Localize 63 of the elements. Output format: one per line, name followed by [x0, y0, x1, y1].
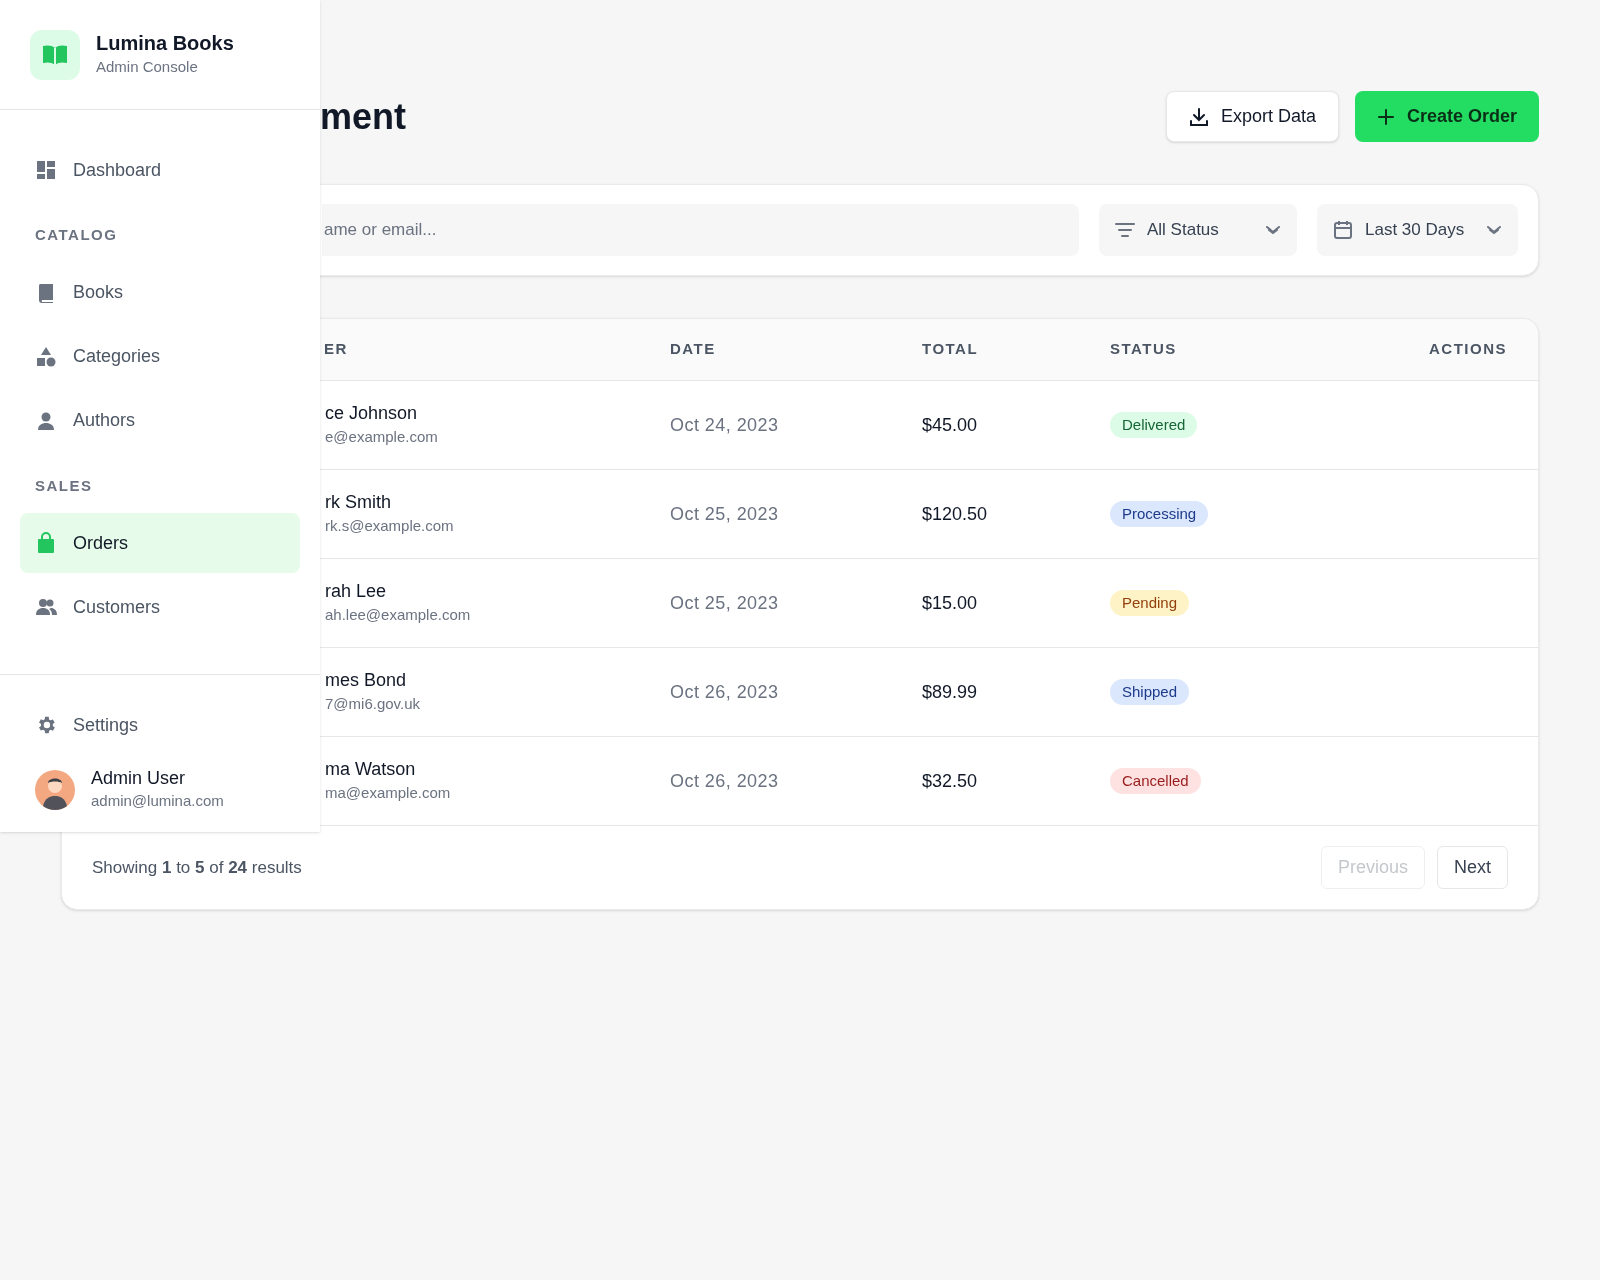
column-header: DATE	[670, 340, 716, 358]
order-date: Oct 24, 2023	[670, 414, 779, 435]
column-header: TOTAL	[922, 340, 979, 358]
plus-icon	[1376, 107, 1395, 126]
nav-item[interactable]: Dashboard	[20, 140, 300, 200]
user-email: admin@lumina.com	[91, 790, 224, 811]
brand-name: Lumina Books	[96, 30, 234, 56]
date-range-dropdown[interactable]: Last 30 Days	[1317, 204, 1518, 256]
column-header: STATUS	[1110, 340, 1177, 358]
page-title: ment	[320, 98, 406, 135]
people-icon	[35, 596, 57, 618]
status-badge: Delivered	[1110, 411, 1198, 439]
create-order-button[interactable]: Create Order	[1354, 91, 1539, 142]
settings-link[interactable]: Settings	[20, 703, 300, 747]
calendar-icon	[1333, 220, 1353, 240]
order-total: $15.00	[922, 592, 978, 613]
nav-item[interactable]: Books	[20, 262, 300, 323]
order-total: $45.00	[922, 414, 978, 435]
column-header: ACTIONS	[1429, 340, 1507, 358]
status-dropdown[interactable]: All Status	[1099, 204, 1297, 256]
shapes-icon	[35, 345, 57, 368]
status-badge: Pending	[1110, 589, 1190, 617]
open-book-icon	[41, 42, 69, 67]
customer-email: e@example.com	[325, 427, 438, 447]
customer-name: mes Bond	[325, 668, 407, 691]
order-date: Oct 26, 2023	[670, 770, 779, 791]
status-badge: Cancelled	[1110, 767, 1201, 795]
status-badge: Shipped	[1110, 678, 1190, 706]
search-field[interactable]: ame or email...	[322, 204, 1079, 256]
results-summary: Showing 1 to 5 of 24 results	[92, 856, 302, 879]
section-heading: CATALOG	[34, 225, 119, 245]
shopping-bag-icon	[35, 532, 57, 554]
customer-email: ma@example.com	[325, 783, 451, 803]
order-date: Oct 25, 2023	[670, 503, 779, 524]
order-date: Oct 25, 2023	[670, 592, 779, 613]
next-button[interactable]: Next	[1437, 846, 1508, 889]
section-heading: SALES	[34, 475, 94, 496]
chevron-icon	[1265, 224, 1281, 236]
order-total: $32.50	[922, 770, 978, 791]
customer-name: rk Smith	[325, 490, 391, 513]
order-date: Oct 26, 2023	[670, 681, 779, 702]
chevron-icon	[1486, 224, 1502, 236]
brand-subtitle: Admin Console	[96, 56, 199, 77]
export-button[interactable]: Export Data	[1165, 91, 1339, 142]
nav-item[interactable]: Categories	[20, 326, 300, 387]
user-name: Admin User	[91, 767, 187, 790]
dashboard-icon	[35, 159, 57, 181]
nav-item[interactable]: Orders	[20, 513, 300, 573]
customer-email: rk.s@example.com	[325, 516, 454, 536]
order-total: $120.50	[922, 503, 988, 524]
filter-icon	[1115, 222, 1135, 238]
customer-name: ce Johnson	[325, 401, 418, 424]
download-icon	[1188, 106, 1209, 127]
nav-item[interactable]: Customers	[20, 577, 300, 637]
avatar	[35, 769, 75, 810]
customer-name: ma Watson	[325, 757, 416, 780]
customer-email: 7@mi6.gov.uk	[325, 694, 420, 714]
customer-email: ah.lee@example.com	[325, 605, 471, 625]
column-header: ER	[324, 340, 348, 358]
order-total: $89.99	[922, 681, 978, 702]
status-badge: Processing	[1110, 500, 1209, 528]
nav-item[interactable]: Authors	[20, 390, 300, 451]
customer-name: rah Lee	[325, 579, 387, 602]
